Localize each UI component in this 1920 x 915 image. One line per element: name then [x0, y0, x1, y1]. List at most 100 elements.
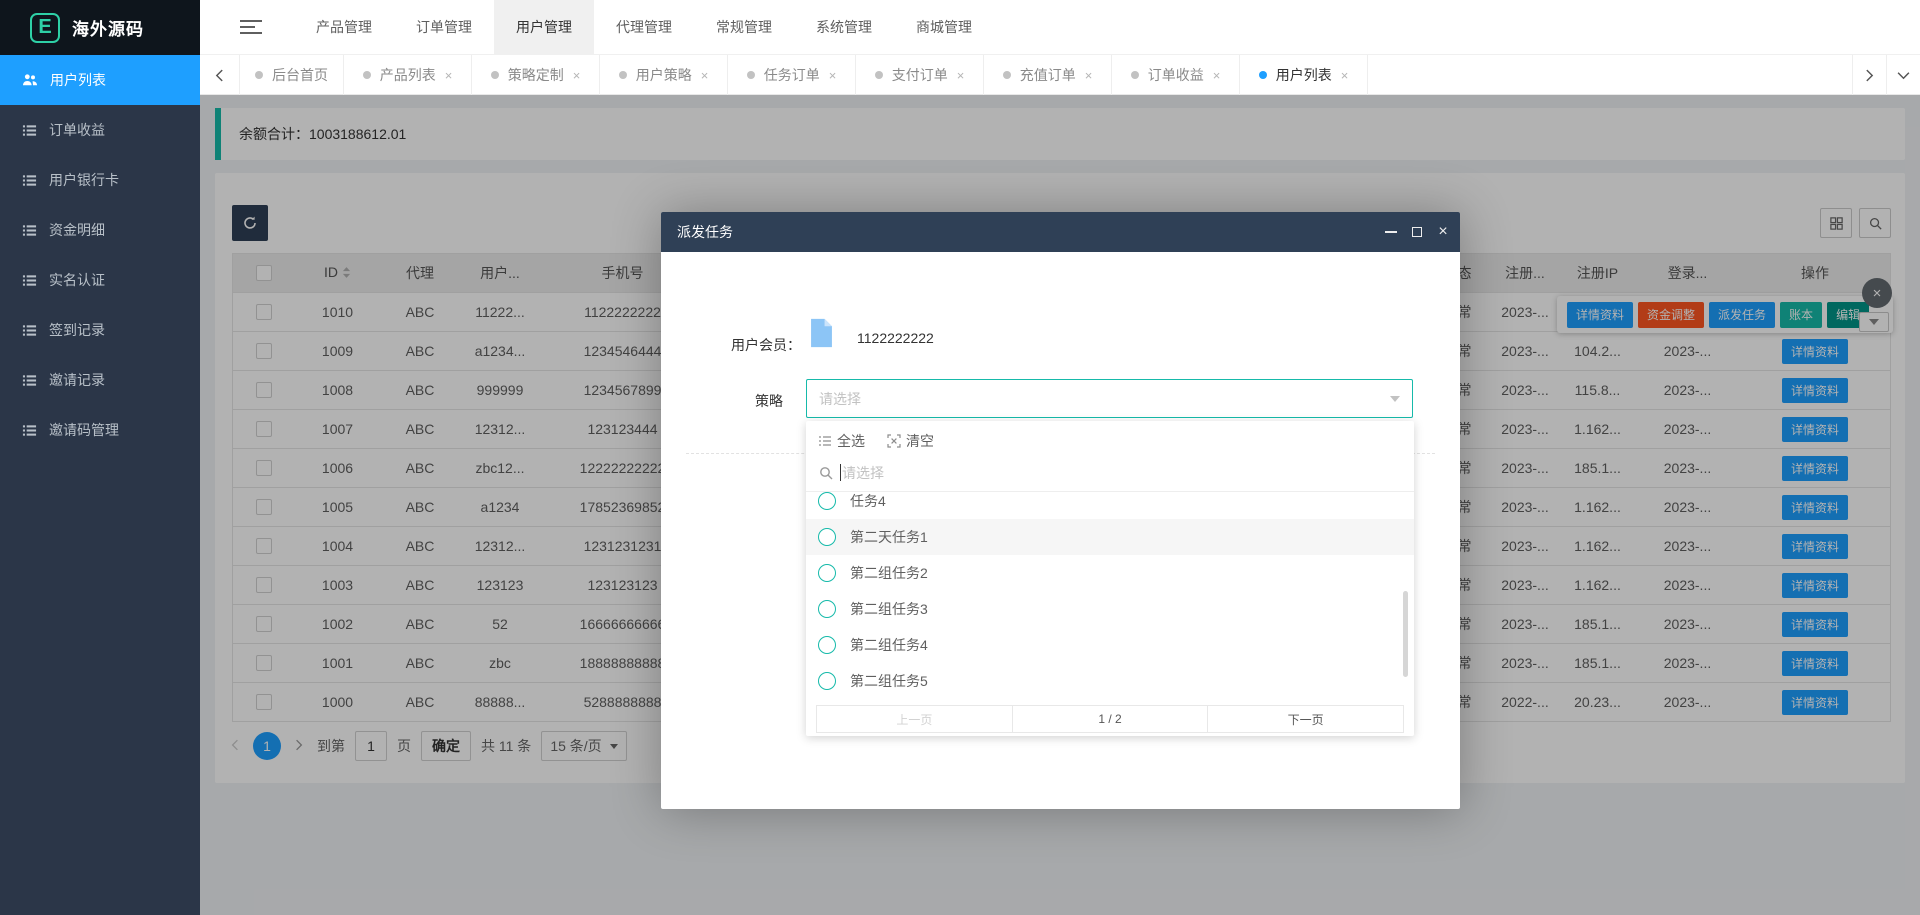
option-item[interactable]: 任务4	[806, 491, 1414, 519]
strategy-select[interactable]: 请选择	[806, 379, 1413, 418]
tab-label: 订单收益	[1148, 65, 1204, 85]
topbar: E 海外源码 产品管理 订单管理 用户管理 代理管理 常规管理 系统管理 商城管…	[0, 0, 1920, 55]
radio-icon	[818, 636, 836, 654]
sidebar-item-invite-codes[interactable]: 邀请码管理	[0, 405, 200, 455]
dropdown-search	[806, 455, 1414, 491]
collapse-menu-icon[interactable]	[240, 17, 262, 37]
tab-dot-icon	[1131, 71, 1139, 79]
tab-close-icon[interactable]: ×	[1213, 68, 1221, 83]
tab-close-icon[interactable]: ×	[701, 68, 709, 83]
option-item[interactable]: 第二组任务4	[806, 627, 1414, 663]
tabbar-spacer	[1368, 55, 1852, 94]
radio-icon	[818, 672, 836, 690]
close-icon[interactable]: ×	[1433, 212, 1453, 252]
sidebar-item-label: 邀请记录	[49, 370, 105, 390]
tab-label: 充值订单	[1020, 65, 1076, 85]
option-item[interactable]: 第二组任务3	[806, 591, 1414, 627]
sidebar-item-fund-details[interactable]: 资金明细	[0, 205, 200, 255]
tab-home[interactable]: 后台首页	[240, 55, 344, 95]
dropdown-search-input[interactable]	[842, 455, 1392, 491]
strategy-label: 策略	[755, 391, 783, 411]
nav-item-system[interactable]: 系统管理	[794, 0, 894, 55]
nav-item-products[interactable]: 产品管理	[294, 0, 394, 55]
tab-user-list[interactable]: 用户列表 ×	[1240, 55, 1368, 95]
sidebar-item-checkin[interactable]: 签到记录	[0, 305, 200, 355]
tab-label: 策略定制	[508, 65, 564, 85]
option-label: 第二组任务3	[850, 599, 928, 619]
text-cursor	[840, 464, 841, 481]
sidebar-item-label: 实名认证	[49, 270, 105, 290]
option-item[interactable]: 第二组任务2	[806, 555, 1414, 591]
nav-item-users[interactable]: 用户管理	[494, 0, 594, 55]
tab-dot-icon	[255, 71, 263, 79]
maximize-icon[interactable]	[1407, 212, 1427, 252]
sidebar-item-label: 资金明细	[49, 220, 105, 240]
chevron-right-icon	[1865, 69, 1874, 82]
list-icon	[22, 223, 37, 238]
list-icon	[22, 423, 37, 438]
tab-product-list[interactable]: 产品列表 ×	[344, 55, 472, 95]
sidebar-item-user-list[interactable]: 用户列表	[0, 55, 200, 105]
tab-task-orders[interactable]: 任务订单 ×	[728, 55, 856, 95]
tab-close-icon[interactable]: ×	[1085, 68, 1093, 83]
option-label: 第二组任务4	[850, 635, 928, 655]
option-item[interactable]: 第二天任务1	[806, 519, 1414, 555]
sidebar-item-label: 签到记录	[49, 320, 105, 340]
dropdown-prev-button[interactable]: 上一页	[817, 706, 1012, 732]
list-icon	[22, 273, 37, 288]
dropdown-next-button[interactable]: 下一页	[1207, 706, 1403, 732]
sidebar-item-real-name[interactable]: 实名认证	[0, 255, 200, 305]
scrollbar-thumb[interactable]	[1403, 591, 1408, 677]
sidebar-item-bank-cards[interactable]: 用户银行卡	[0, 155, 200, 205]
clear-action[interactable]: 清空	[887, 431, 934, 451]
tabs-more-menu[interactable]	[1886, 55, 1920, 95]
tab-label: 后台首页	[272, 65, 328, 85]
sidebar-item-label: 订单收益	[49, 120, 105, 140]
list-icon	[22, 323, 37, 338]
option-label: 第二天任务1	[850, 527, 928, 547]
tab-order-income[interactable]: 订单收益 ×	[1112, 55, 1240, 95]
tab-label: 任务订单	[764, 65, 820, 85]
tab-close-icon[interactable]: ×	[1341, 68, 1349, 83]
option-item[interactable]: 第二组任务5	[806, 663, 1414, 699]
tab-close-icon[interactable]: ×	[573, 68, 581, 83]
select-placeholder: 请选择	[819, 389, 861, 409]
tab-dot-icon	[875, 71, 883, 79]
member-value: 1122222222	[857, 330, 934, 346]
radio-icon	[818, 528, 836, 546]
tab-recharge-orders[interactable]: 充值订单 ×	[984, 55, 1112, 95]
tab-strategy-custom[interactable]: 策略定制 ×	[472, 55, 600, 95]
tab-pay-orders[interactable]: 支付订单 ×	[856, 55, 984, 95]
tabs-scroll-left[interactable]	[200, 55, 240, 95]
radio-icon	[818, 600, 836, 618]
select-all-action[interactable]: 全选	[818, 431, 865, 451]
modal-titlebar[interactable]: 派发任务 ×	[661, 212, 1460, 252]
nav-item-mall[interactable]: 商城管理	[894, 0, 994, 55]
sidebar: 用户列表 订单收益 用户银行卡 资金明细 实名认证 签到记录 邀请记录 邀请码	[0, 55, 200, 915]
sidebar-item-label: 邀请码管理	[49, 420, 119, 440]
dropdown-toolbar: 全选 清空	[818, 427, 934, 455]
nav-item-agents[interactable]: 代理管理	[594, 0, 694, 55]
tab-label: 支付订单	[892, 65, 948, 85]
sidebar-item-order-income[interactable]: 订单收益	[0, 105, 200, 155]
sidebar-item-invites[interactable]: 邀请记录	[0, 355, 200, 405]
tab-label: 用户策略	[636, 65, 692, 85]
minimize-icon[interactable]	[1381, 212, 1401, 252]
dropdown-page-info: 1 / 2	[1012, 706, 1208, 732]
member-label: 用户会员：	[711, 335, 801, 355]
nav-item-general[interactable]: 常规管理	[694, 0, 794, 55]
sidebar-item-label: 用户列表	[50, 70, 106, 90]
users-icon	[22, 72, 38, 88]
tab-close-icon[interactable]: ×	[829, 68, 837, 83]
list-icon	[22, 123, 37, 138]
tab-dot-icon	[491, 71, 499, 79]
tabs-scroll-right[interactable]	[1852, 55, 1886, 95]
tab-close-icon[interactable]: ×	[445, 68, 453, 83]
tab-dot-icon	[1259, 71, 1267, 79]
tab-user-strategy[interactable]: 用户策略 ×	[600, 55, 728, 95]
nav-item-orders[interactable]: 订单管理	[394, 0, 494, 55]
tab-dot-icon	[1003, 71, 1011, 79]
top-nav: 产品管理 订单管理 用户管理 代理管理 常规管理 系统管理 商城管理	[294, 0, 994, 55]
modal-body: 用户会员： 1122222222 策略 请选择 全选	[661, 252, 1460, 809]
tab-close-icon[interactable]: ×	[957, 68, 965, 83]
